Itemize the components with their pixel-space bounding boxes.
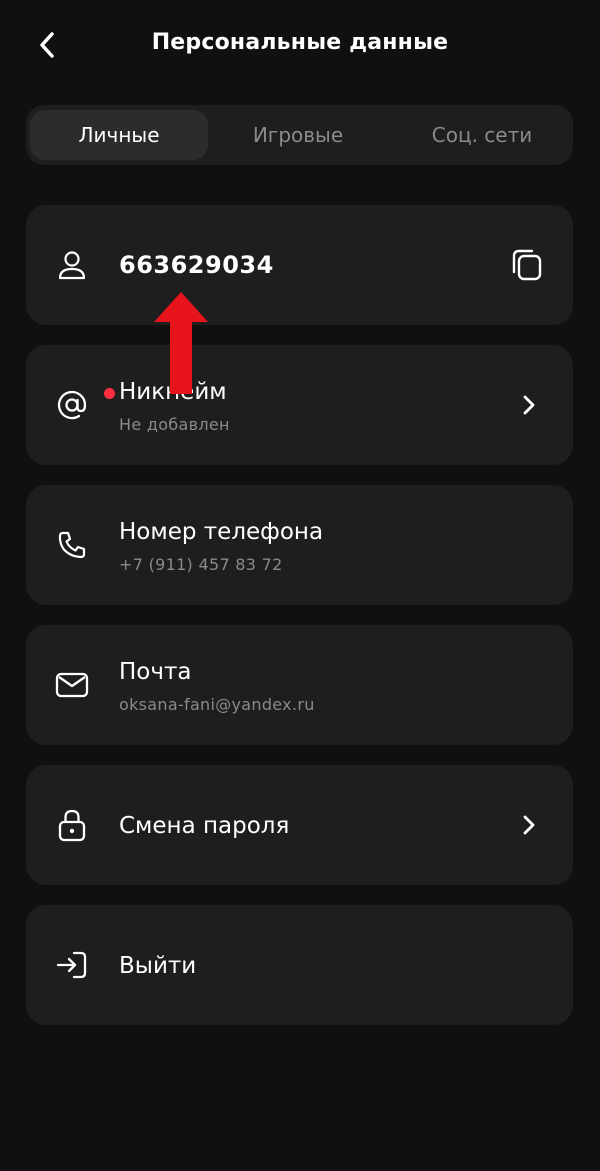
copy-icon	[512, 249, 542, 281]
phone-icon	[54, 485, 90, 605]
mail-icon	[54, 625, 90, 745]
change-password-label: Смена пароля	[119, 813, 290, 839]
nickname-value: Не добавлен	[119, 415, 230, 434]
chevron-right-icon	[519, 809, 539, 841]
red-arrow-annotation	[154, 292, 208, 394]
email-row[interactable]: Почта oksana-fani@yandex.ru	[26, 625, 573, 745]
email-label: Почта	[119, 659, 192, 685]
notification-badge	[104, 388, 115, 399]
tabs-bar: Личные Игровые Соц. сети	[26, 105, 573, 165]
user-icon	[54, 205, 90, 325]
tab-personal[interactable]: Личные	[30, 110, 208, 160]
logout-icon	[54, 905, 90, 1025]
email-value: oksana-fani@yandex.ru	[119, 695, 315, 714]
lock-icon	[54, 765, 90, 885]
logout-row[interactable]: Выйти	[26, 905, 573, 1025]
phone-value: +7 (911) 457 83 72	[119, 555, 283, 574]
copy-button[interactable]	[507, 245, 547, 285]
user-id-value: 663629034	[119, 251, 274, 279]
change-password-row[interactable]: Смена пароля	[26, 765, 573, 885]
chevron-right-icon	[519, 389, 539, 421]
page-title: Персональные данные	[151, 30, 449, 55]
at-sign-icon	[54, 345, 90, 465]
user-id-card: 663629034	[26, 205, 573, 325]
logout-label: Выйти	[119, 953, 197, 979]
tab-social[interactable]: Соц. сети	[392, 110, 572, 160]
nickname-row[interactable]: Никнейм Не добавлен	[26, 345, 573, 465]
tab-games[interactable]: Игровые	[208, 110, 388, 160]
phone-row[interactable]: Номер телефона +7 (911) 457 83 72	[26, 485, 573, 605]
phone-label: Номер телефона	[119, 519, 324, 545]
header: Персональные данные	[0, 0, 600, 92]
